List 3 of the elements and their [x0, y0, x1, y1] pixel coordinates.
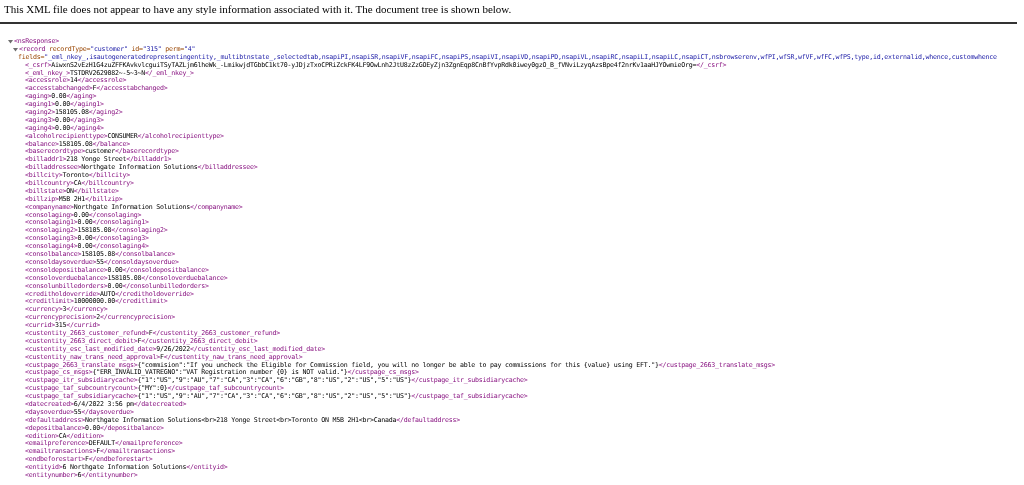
expand-toggle-icon[interactable] — [13, 47, 18, 53]
expand-toggle-icon[interactable] — [8, 39, 13, 45]
notice-text: This XML file does not appear to have any style information associated with it. The document tree is shown below. — [4, 3, 513, 16]
